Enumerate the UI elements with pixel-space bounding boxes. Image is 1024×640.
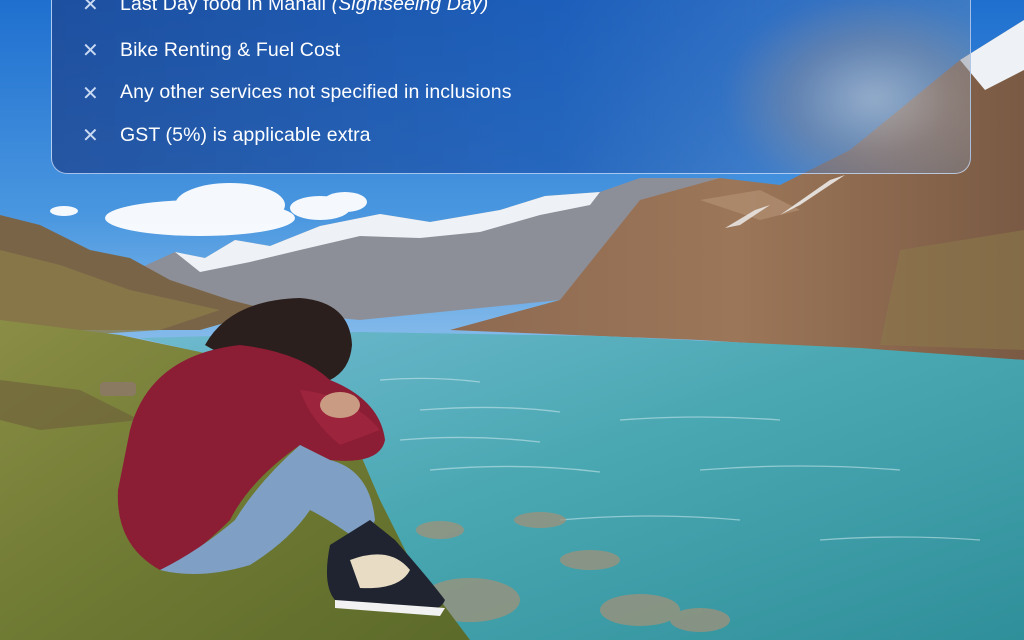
exclusion-text: Last Day food in Manali (Sightseeing Day…	[120, 0, 489, 15]
photo-scene: ✕ Last Day food in Manali (Sightseeing D…	[0, 0, 1024, 640]
exclusion-text: Any other services not specified in incl…	[120, 81, 512, 104]
exclusion-item: ✕ GST (5%) is applicable extra	[82, 114, 512, 157]
card-haze	[730, 0, 970, 173]
exclusion-item: ✕ Any other services not specified in in…	[82, 72, 512, 115]
exclusion-item: ✕ Bike Renting & Fuel Cost	[82, 29, 512, 72]
close-icon: ✕	[82, 38, 99, 63]
exclusions-list: ✕ Last Day food in Manali (Sightseeing D…	[82, 0, 512, 157]
exclusion-text: Bike Renting & Fuel Cost	[120, 38, 341, 61]
exclusion-item: ✕ Last Day food in Manali (Sightseeing D…	[82, 0, 512, 29]
exclusion-text: GST (5%) is applicable extra	[120, 123, 371, 146]
close-icon: ✕	[82, 123, 99, 148]
close-icon: ✕	[82, 0, 99, 16]
exclusions-card: ✕ Last Day food in Manali (Sightseeing D…	[51, 0, 971, 174]
close-icon: ✕	[82, 80, 99, 105]
